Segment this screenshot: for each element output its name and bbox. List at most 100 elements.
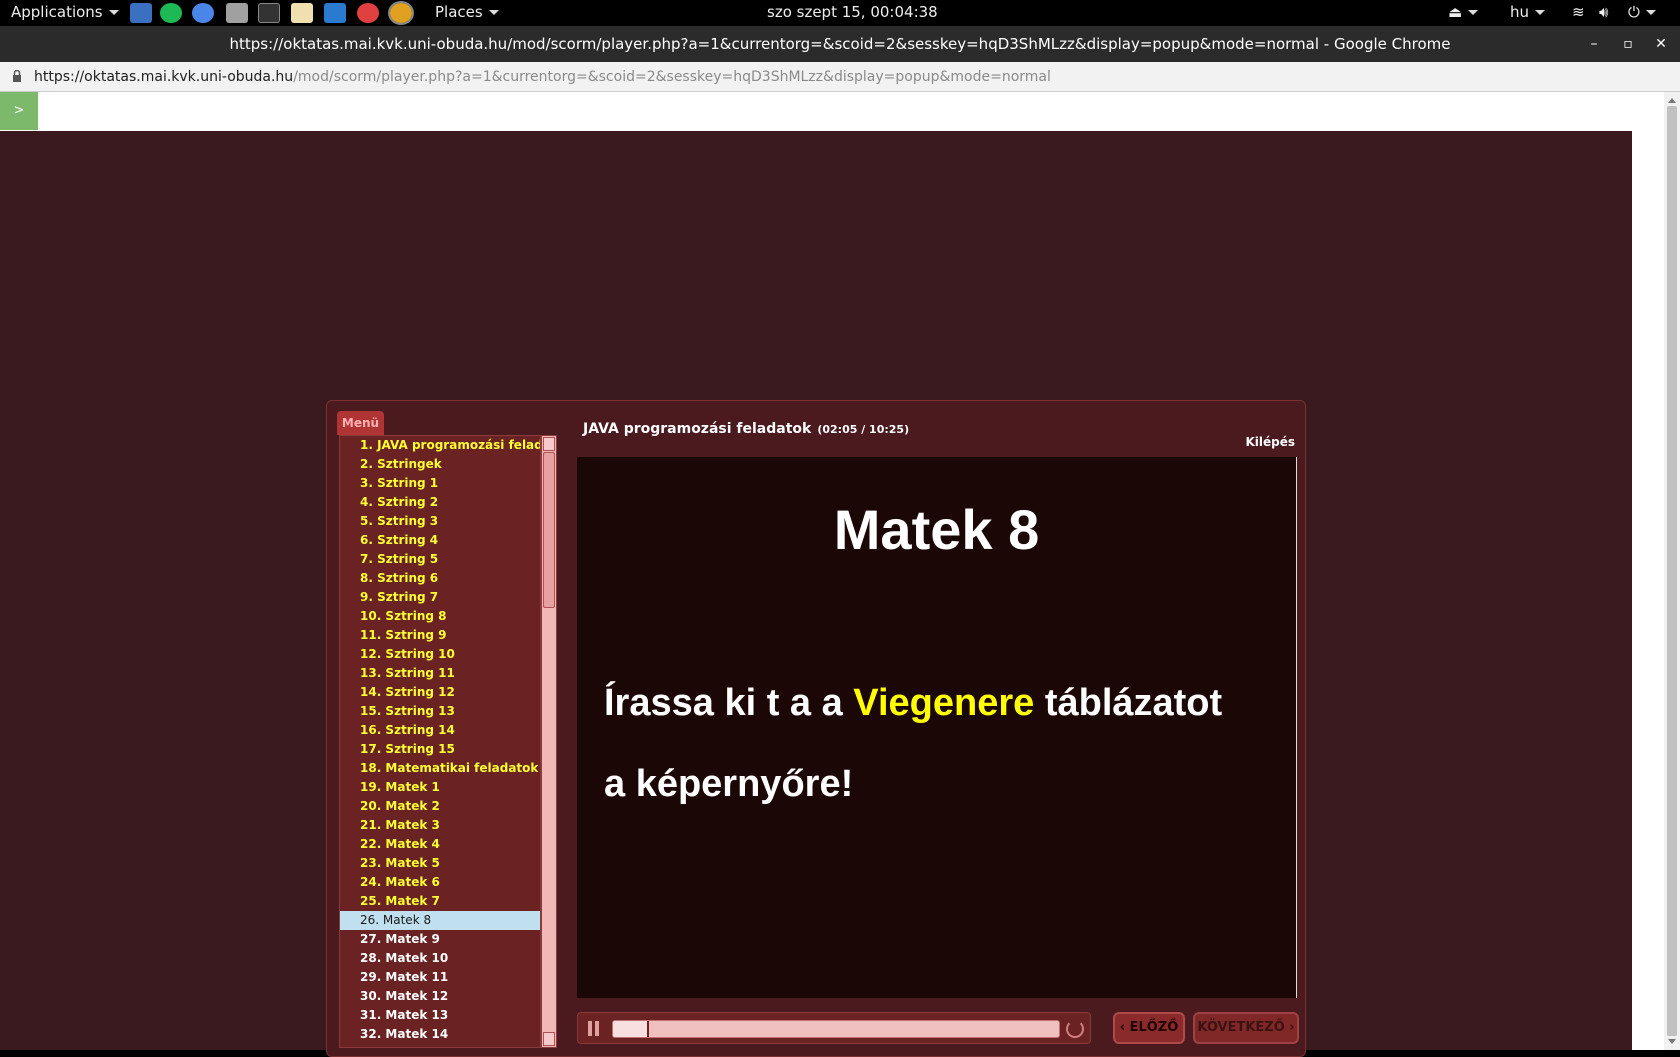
- chevron-down-icon: [488, 10, 499, 15]
- scroll-down-arrow-icon[interactable]: [1668, 1039, 1676, 1044]
- menu-item[interactable]: 22. Matek 4: [340, 835, 540, 854]
- spotify-icon[interactable]: [160, 3, 182, 23]
- menu-item[interactable]: 30. Matek 12: [340, 987, 540, 1006]
- menu-item[interactable]: 16. Sztring 14: [340, 721, 540, 740]
- eject-menu[interactable]: ⏏: [1448, 0, 1479, 26]
- chevron-down-icon: [1468, 10, 1479, 15]
- language-label: hu: [1510, 3, 1530, 21]
- menu-item[interactable]: 3. Sztring 1: [340, 474, 540, 493]
- menu-item[interactable]: 7. Sztring 5: [340, 550, 540, 569]
- progress-bar[interactable]: [612, 1020, 1060, 1038]
- menu-item[interactable]: 20. Matek 2: [340, 797, 540, 816]
- file-manager-icon[interactable]: [130, 3, 152, 23]
- slide-text-line2: a képernyőre!: [604, 763, 854, 805]
- menu-item[interactable]: 17. Sztring 15: [340, 740, 540, 759]
- menu-item[interactable]: 31. Matek 13: [340, 1006, 540, 1025]
- url-path: /mod/scorm/player.php?a=1&currentorg=&sc…: [293, 69, 1051, 85]
- scroll-thumb[interactable]: [543, 452, 555, 608]
- slide-body-text: Írassa ki t a a Viegenere táblázatot a ké…: [604, 663, 1284, 825]
- chrome-icon[interactable]: [357, 3, 379, 23]
- menu-item[interactable]: 15. Sztring 13: [340, 702, 540, 721]
- url-host: https://oktatas.mai.kvk.uni-obuda.hu: [34, 69, 294, 85]
- menu-item[interactable]: 27. Matek 9: [340, 930, 540, 949]
- text-editor-icon[interactable]: [291, 3, 313, 23]
- menu-item[interactable]: 2. Sztringek: [340, 455, 540, 474]
- menu-item[interactable]: 25. Matek 7: [340, 892, 540, 911]
- slide-text-part: táblázatot: [1034, 682, 1223, 724]
- eject-icon: ⏏: [1448, 3, 1463, 21]
- page-scroll-thumb[interactable]: [1667, 106, 1677, 1036]
- menu-tab[interactable]: Menü: [337, 411, 384, 435]
- menu-item[interactable]: 18. Matematikai feladatok: [340, 759, 540, 778]
- power-icon: ⏻: [1628, 3, 1640, 21]
- power-menu[interactable]: ⏻: [1628, 0, 1656, 26]
- menu-item[interactable]: 12. Sztring 10: [340, 645, 540, 664]
- volume-icon[interactable]: 🔊︎: [1599, 0, 1608, 26]
- playback-controls: [577, 1012, 1091, 1044]
- menu-list: 1. JAVA programozási felada...2. Sztring…: [339, 435, 541, 1048]
- address-bar[interactable]: https://oktatas.mai.kvk.uni-obuda.hu/mod…: [0, 62, 1680, 92]
- menu-item[interactable]: 9. Sztring 7: [340, 588, 540, 607]
- chrome-active-icon[interactable]: [388, 1, 414, 25]
- clock[interactable]: szo szept 15, 00:04:38: [767, 0, 938, 26]
- slide-text-highlight: Viegenere: [853, 682, 1035, 724]
- menu-item[interactable]: 28. Matek 10: [340, 949, 540, 968]
- applications-label: Applications: [11, 3, 103, 21]
- menu-item[interactable]: 1. JAVA programozási felada...: [340, 436, 540, 455]
- system-monitor-icon[interactable]: [324, 3, 346, 23]
- menu-item[interactable]: 10. Sztring 8: [340, 607, 540, 626]
- previous-button[interactable]: ‹ ELŐZŐ: [1113, 1012, 1185, 1044]
- slide-heading: Matek 8: [833, 498, 1040, 561]
- url-text[interactable]: https://oktatas.mai.kvk.uni-obuda.hu/mod…: [34, 62, 1051, 92]
- menu-scrollbar[interactable]: [541, 435, 557, 1048]
- next-button[interactable]: KÖVETKEZŐ ›: [1193, 1012, 1299, 1044]
- slide-text-part: Írassa ki t a a: [604, 682, 854, 724]
- menu-item[interactable]: 8. Sztring 6: [340, 569, 540, 588]
- menu-item[interactable]: 14. Sztring 12: [340, 683, 540, 702]
- chevron-down-icon: [1535, 10, 1546, 15]
- pause-icon[interactable]: [588, 1021, 600, 1036]
- menu-item[interactable]: 29. Matek 11: [340, 968, 540, 987]
- menu-item[interactable]: 19. Matek 1: [340, 778, 540, 797]
- menu-item[interactable]: 11. Sztring 9: [340, 626, 540, 645]
- menu-item[interactable]: 5. Sztring 3: [340, 512, 540, 531]
- menu-item[interactable]: 32. Matek 14: [340, 1025, 540, 1044]
- minimize-button[interactable]: –: [1584, 34, 1604, 54]
- replay-icon[interactable]: [1066, 1020, 1084, 1038]
- progress-fill: [613, 1021, 649, 1037]
- scorm-content-area: Menü 1. JAVA programozási felada...2. Sz…: [0, 131, 1632, 1057]
- scorm-player: Menü 1. JAVA programozási felada...2. Sz…: [326, 400, 1306, 1057]
- menu-item[interactable]: 24. Matek 6: [340, 873, 540, 892]
- wifi-icon[interactable]: ≋: [1572, 0, 1585, 26]
- scroll-down-button[interactable]: [543, 1032, 555, 1046]
- page-viewport: > Menü 1. JAVA programozási felada...2. …: [0, 92, 1680, 1057]
- scroll-up-button[interactable]: [543, 437, 555, 451]
- system-top-bar: Applications Places szo szept 15, 00:04:…: [0, 0, 1680, 26]
- chevron-down-icon: [108, 10, 119, 15]
- course-title-text: JAVA programozási feladatok: [583, 421, 812, 437]
- slide-area: Matek 8 Írassa ki t a a Viegenere tábláz…: [577, 457, 1297, 998]
- toc-toggle-button[interactable]: >: [0, 92, 38, 130]
- places-menu[interactable]: Places: [435, 0, 499, 26]
- menu-item[interactable]: 4. Sztring 2: [340, 493, 540, 512]
- menu-item[interactable]: 23. Matek 5: [340, 854, 540, 873]
- menu-item[interactable]: 26. Matek 8: [340, 911, 540, 930]
- places-label: Places: [435, 3, 483, 21]
- terminal-icon[interactable]: [258, 3, 280, 23]
- maximize-button[interactable]: ▫: [1618, 34, 1638, 54]
- exit-link[interactable]: Kilépés: [1245, 435, 1295, 449]
- applications-menu[interactable]: Applications: [11, 0, 119, 26]
- course-time: (02:05 / 10:25): [817, 423, 910, 436]
- menu-item[interactable]: 21. Matek 3: [340, 816, 540, 835]
- archive-icon[interactable]: [226, 3, 248, 23]
- menu-item[interactable]: 6. Sztring 4: [340, 531, 540, 550]
- course-title: JAVA programozási feladatok (02:05 / 10:2…: [583, 421, 909, 437]
- lock-icon: [13, 70, 21, 82]
- menu-item[interactable]: 13. Sztring 11: [340, 664, 540, 683]
- scroll-up-arrow-icon[interactable]: [1668, 98, 1676, 103]
- language-menu[interactable]: hu: [1510, 0, 1546, 26]
- page-scrollbar[interactable]: [1664, 92, 1680, 1050]
- chromium-icon[interactable]: [192, 3, 214, 23]
- window-title: https://oktatas.mai.kvk.uni-obuda.hu/mod…: [229, 35, 1451, 53]
- close-button[interactable]: ✕: [1651, 34, 1671, 54]
